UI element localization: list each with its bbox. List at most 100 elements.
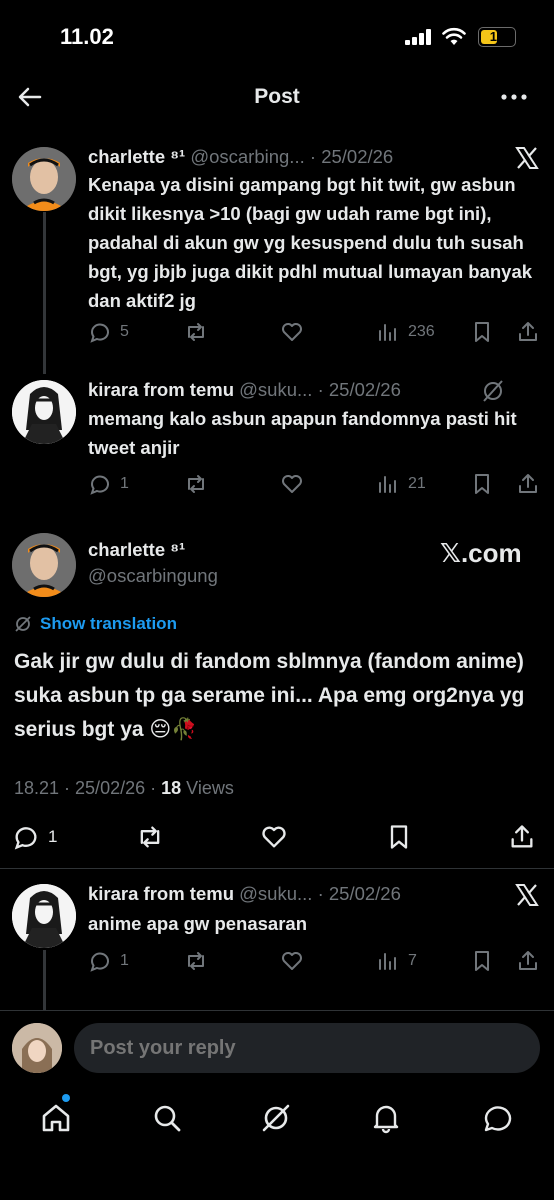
post-date[interactable]: 25/02/26: [321, 146, 393, 167]
home-notification-dot: [62, 1094, 70, 1102]
reply-count: 5: [120, 323, 129, 340]
views-icon: [379, 324, 396, 341]
status-bar: 11.02 15: [0, 0, 554, 70]
bookmark-button[interactable]: [470, 469, 494, 499]
views-icon: [379, 953, 396, 970]
bookmark-button[interactable]: [470, 317, 494, 347]
share-button[interactable]: [516, 469, 540, 499]
reply-icon: [90, 323, 109, 343]
reply-button[interactable]: 1: [88, 946, 129, 976]
grok-icon[interactable]: [256, 1098, 296, 1138]
heart-icon: [282, 475, 302, 493]
share-button[interactable]: [508, 822, 536, 852]
reply-count: 1: [120, 952, 129, 969]
share-icon: [519, 951, 537, 970]
views-button[interactable]: 21: [376, 469, 426, 499]
battery-icon: 15: [478, 27, 516, 47]
heart-icon: [262, 826, 286, 848]
main-author[interactable]: charlette ⁸¹ @oscarbingung: [88, 539, 218, 587]
author-name[interactable]: kirara from temu: [88, 379, 234, 400]
bookmark-button[interactable]: [385, 822, 413, 852]
wifi-icon: [442, 27, 466, 45]
avatar[interactable]: [12, 147, 76, 211]
avatar[interactable]: [12, 533, 76, 597]
author-handle[interactable]: @suku...: [239, 379, 312, 400]
views-icon: [379, 476, 396, 493]
more-icon[interactable]: [500, 87, 528, 107]
share-button[interactable]: [516, 946, 540, 976]
post-text: anime apa gw penasaran: [88, 913, 308, 934]
repost-button[interactable]: [136, 822, 164, 852]
author-name[interactable]: charlette ⁸¹: [88, 146, 185, 167]
repost-icon: [188, 952, 204, 970]
post-date[interactable]: 25/02/26: [329, 379, 401, 400]
xcom-watermark: 𝕏.com: [440, 538, 522, 568]
post-date[interactable]: 25/02/26: [329, 883, 401, 904]
reply-input[interactable]: [74, 1023, 540, 1073]
x-logo-icon: [515, 147, 539, 169]
author-handle[interactable]: @suku...: [239, 883, 312, 904]
reply-button[interactable]: 5: [88, 317, 129, 347]
post-actions: 1 21: [88, 469, 548, 499]
author-name[interactable]: kirara from temu: [88, 883, 234, 904]
views-count: 18: [161, 778, 182, 798]
views-button[interactable]: 7: [376, 946, 417, 976]
share-icon: [511, 825, 533, 848]
signal-icon: [405, 29, 433, 45]
header: Post: [0, 75, 554, 121]
reply-count: 1: [120, 475, 129, 492]
reply-count: 1: [48, 827, 58, 846]
bookmark-icon: [390, 825, 408, 849]
share-button[interactable]: [516, 317, 540, 347]
page-title: Post: [254, 85, 300, 108]
show-translation-link[interactable]: Show translation: [14, 614, 177, 634]
author-handle: @oscarbingung: [88, 565, 218, 586]
home-icon[interactable]: [36, 1098, 76, 1138]
reply-icon: [90, 475, 109, 495]
reply-icon: [90, 952, 109, 972]
post-text: Kenapa ya disini gampang bgt hit twit, g…: [88, 174, 533, 311]
user-avatar[interactable]: [12, 1023, 62, 1073]
heart-icon: [282, 323, 302, 341]
search-icon[interactable]: [147, 1098, 187, 1138]
translate-icon: [15, 616, 31, 632]
like-button[interactable]: [280, 946, 304, 976]
share-icon: [519, 474, 537, 493]
avatar[interactable]: [12, 884, 76, 948]
share-icon: [519, 322, 537, 341]
status-time: 11.02: [60, 24, 114, 49]
bookmark-icon: [475, 474, 489, 494]
heart-icon: [282, 952, 302, 970]
reply-icon: [14, 827, 37, 850]
like-button[interactable]: [260, 822, 288, 852]
repost-button[interactable]: [184, 317, 208, 347]
post-meta: charlette ⁸¹ @oscarbing... · 25/02/26: [88, 146, 394, 167]
reply-button[interactable]: 1: [12, 822, 57, 852]
bookmark-icon: [475, 322, 489, 342]
repost-icon: [188, 475, 204, 493]
author-name: charlette ⁸¹: [88, 539, 186, 560]
reply-button[interactable]: 1: [88, 469, 129, 499]
post-text: memang kalo asbun apapun fandomnya pasti…: [88, 408, 517, 458]
post-meta: kirara from temu @suku... · 25/02/26: [88, 883, 401, 904]
views-count: 7: [408, 952, 417, 969]
repost-button[interactable]: [184, 469, 208, 499]
like-button[interactable]: [280, 317, 304, 347]
like-button[interactable]: [280, 469, 304, 499]
thread-line: [43, 950, 46, 1012]
views-button[interactable]: 236: [376, 317, 435, 347]
post-actions: 5 236: [88, 317, 548, 347]
post-meta: kirara from temu @suku... · 25/02/26: [88, 379, 401, 400]
reply-bar: [0, 1010, 554, 1088]
avatar[interactable]: [12, 380, 76, 444]
repost-icon: [188, 323, 204, 341]
repost-icon: [140, 826, 160, 848]
repost-button[interactable]: [184, 946, 208, 976]
bookmark-button[interactable]: [470, 946, 494, 976]
author-handle[interactable]: @oscarbing...: [190, 146, 304, 167]
notifications-icon[interactable]: [366, 1098, 406, 1138]
messages-icon[interactable]: [478, 1098, 518, 1138]
thread-line: [43, 212, 46, 374]
divider: [0, 868, 554, 869]
main-post-text: Gak jir gw dulu di fandom sblmnya (fando…: [14, 650, 525, 741]
